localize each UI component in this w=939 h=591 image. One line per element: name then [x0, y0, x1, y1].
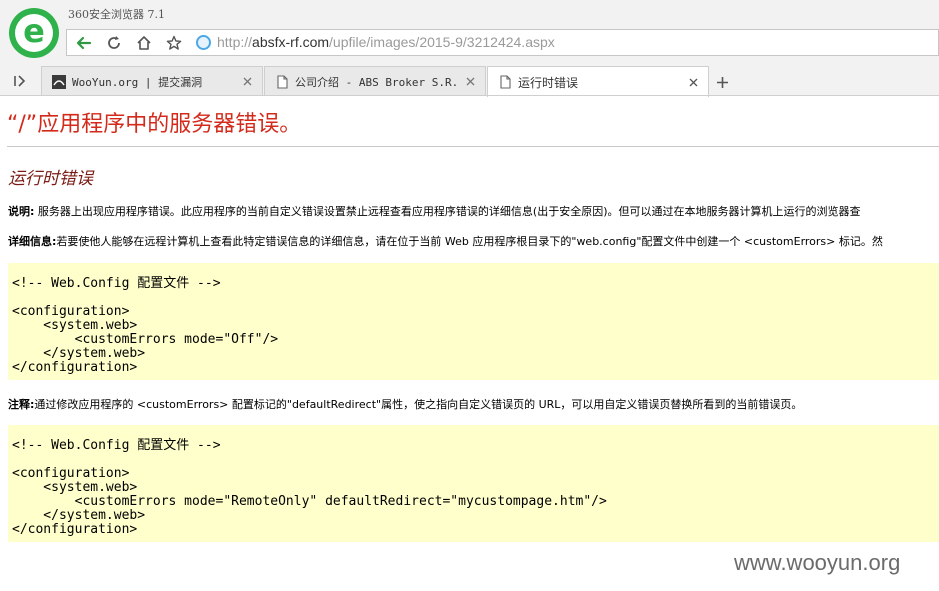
description-paragraph: 说明: 服务器上出现应用程序错误。此应用程序的当前自定义错误设置禁止远程查看应用…: [8, 203, 860, 219]
sidebar-toggle-button[interactable]: [8, 70, 32, 92]
code-line: <configuration>: [12, 304, 130, 319]
details-text: 若要使他人能够在远程计算机上查看此特定错误信息的详细信息，请在位于当前 Web …: [56, 235, 883, 248]
page-icon: [277, 74, 288, 89]
tab-label: 公司介绍 - ABS Broker S.R.L: [295, 75, 457, 89]
tab-strip: WooYun.org | 提交漏洞 公司介绍 - ABS Broker S.R.…: [0, 66, 939, 97]
note-text: 通过修改应用程序的 <customErrors> 配置标记的"defaultRe…: [34, 398, 803, 411]
code-line: </system.web>: [12, 508, 146, 523]
code-line: </system.web>: [12, 346, 146, 361]
app-title: 360安全浏览器 7.1: [68, 8, 165, 21]
favorite-button[interactable]: [159, 30, 189, 55]
details-paragraph: 详细信息:若要使他人能够在远程计算机上查看此特定错误信息的详细信息，请在位于当前…: [8, 233, 883, 249]
reload-icon: [108, 35, 120, 49]
close-icon: [466, 77, 474, 86]
page-icon: [500, 75, 511, 89]
code-block-config-remoteonly: <!-- Web.Config 配置文件 --> <configuration>…: [8, 425, 939, 542]
site-security-icon: [196, 35, 211, 50]
heading-divider: [7, 146, 939, 147]
tab-label: WooYun.org | 提交漏洞: [72, 75, 203, 89]
code-line: <customErrors mode="RemoteOnly" defaultR…: [12, 494, 607, 509]
tab-close-button[interactable]: [463, 75, 477, 89]
tab-company-intro[interactable]: 公司介绍 - ABS Broker S.R.L: [264, 66, 486, 96]
code-line: </configuration>: [12, 360, 138, 375]
home-icon: [137, 35, 151, 50]
code-line: <configuration>: [12, 466, 130, 481]
error-subheading: 运行时错误: [8, 169, 93, 189]
back-arrow-icon: [76, 36, 92, 49]
code-block-config-off: <!-- Web.Config 配置文件 --> <configuration>…: [8, 263, 939, 380]
tab-wooyun[interactable]: WooYun.org | 提交漏洞: [41, 66, 263, 96]
close-icon: [243, 77, 251, 86]
code-line: </configuration>: [12, 522, 138, 537]
plus-icon: [716, 76, 728, 88]
tab-close-button[interactable]: [686, 75, 700, 89]
code-line: <system.web>: [12, 480, 138, 495]
code-line: <!-- Web.Config 配置文件 -->: [12, 438, 221, 453]
watermark: www.wooyun.org: [734, 550, 901, 575]
code-line: <system.web>: [12, 318, 138, 333]
url-text[interactable]: http://absfx-rf.com/upfile/images/2015-9…: [217, 34, 555, 50]
sidebar-toggle-icon: [14, 75, 26, 87]
star-icon: [166, 35, 182, 50]
browser-logo: e: [9, 8, 59, 58]
reload-button[interactable]: [99, 30, 129, 55]
tab-runtime-error[interactable]: 运行时错误: [487, 66, 709, 97]
tab-close-button[interactable]: [240, 75, 254, 89]
back-button[interactable]: [69, 30, 99, 55]
note-paragraph: 注释:通过修改应用程序的 <customErrors> 配置标记的"defaul…: [8, 396, 802, 412]
home-button[interactable]: [129, 30, 159, 55]
error-heading: “/”应用程序中的服务器错误。: [7, 112, 302, 137]
code-line: <customErrors mode="Off"/>: [12, 332, 279, 347]
wooyun-favicon-icon: [52, 74, 66, 89]
description-label: 说明:: [8, 205, 35, 218]
note-label: 注释:: [8, 398, 35, 411]
tab-label: 运行时错误: [518, 75, 579, 90]
browser-chrome: e 360安全浏览器 7.1 http://absfx-rf.com/upfil…: [0, 0, 939, 97]
address-bar[interactable]: http://absfx-rf.com/upfile/images/2015-9…: [66, 29, 939, 56]
close-icon: [689, 78, 697, 86]
description-text: 服务器上出现应用程序错误。此应用程序的当前自定义错误设置禁止远程查看应用程序错误…: [37, 205, 861, 218]
new-tab-button[interactable]: [712, 72, 732, 92]
details-label: 详细信息:: [8, 235, 57, 248]
code-line: <!-- Web.Config 配置文件 -->: [12, 276, 221, 291]
page-content: “/”应用程序中的服务器错误。 运行时错误 说明: 服务器上出现应用程序错误。此…: [0, 96, 939, 591]
